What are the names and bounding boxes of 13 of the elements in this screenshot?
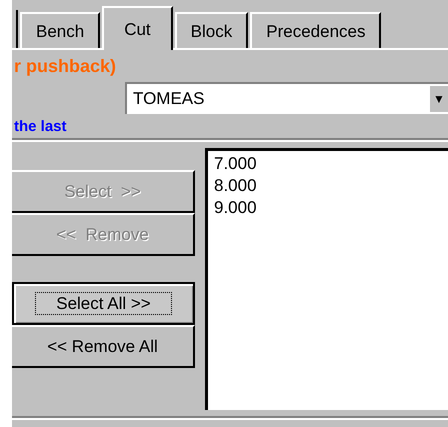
value-list[interactable]: 7.000 8.000 9.000 [205, 148, 448, 410]
list-button[interactable]: Select All >> [12, 282, 195, 325]
warning-text: r pushback) [13, 55, 118, 78]
list-item[interactable]: 9.000 [214, 197, 442, 219]
list-item[interactable]: 7.000 [214, 153, 442, 175]
dropdown[interactable]: TOMEAS ▼ [125, 82, 448, 114]
tab[interactable]: Bench [20, 12, 100, 48]
list-button[interactable]: << Remove All [12, 325, 195, 368]
tab[interactable]: Cut [102, 6, 173, 50]
list-item[interactable]: 8.000 [214, 175, 442, 197]
tab[interactable]: Block [174, 12, 248, 48]
tab[interactable]: Precedences [250, 12, 382, 48]
note-text: the last [13, 117, 68, 137]
